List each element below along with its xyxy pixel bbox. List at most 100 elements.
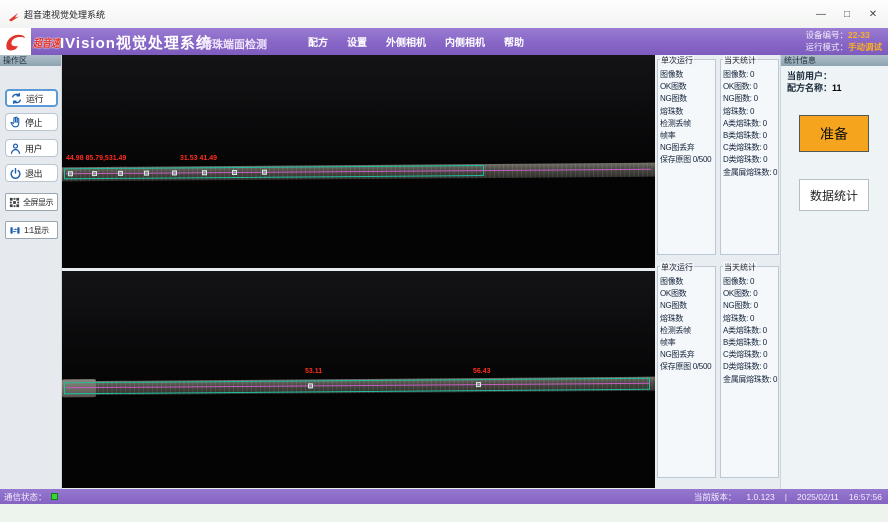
device-number-value: 22-33 bbox=[848, 30, 870, 40]
maximize-button[interactable]: □ bbox=[838, 6, 856, 22]
stats-row: 图像数 bbox=[660, 69, 713, 81]
status-date: 2025/02/11 bbox=[797, 492, 839, 502]
stop-button[interactable]: 停止 bbox=[5, 113, 58, 131]
run-cycle-icon bbox=[10, 92, 23, 105]
one-to-one-button-label: 1:1显示 bbox=[24, 225, 49, 236]
detection-marker bbox=[172, 170, 177, 175]
comm-status-label: 通信状态： bbox=[4, 491, 47, 503]
minimize-button[interactable]: — bbox=[812, 6, 830, 22]
menu-bar: 配方 设置 外侧相机 内侧相机 帮助 bbox=[308, 28, 524, 55]
stats-row: OK图数 bbox=[660, 288, 713, 300]
detection-marker bbox=[202, 170, 207, 175]
recipe-name-row: 配方名称：11 bbox=[781, 81, 848, 94]
stats-row: A类熔珠数: 0 bbox=[723, 118, 776, 130]
stats-row: 图像数: 0 bbox=[723, 276, 776, 288]
stop-hand-icon bbox=[9, 116, 22, 129]
stats-row: 图像数: 0 bbox=[723, 69, 776, 81]
run-button[interactable]: 运行 bbox=[5, 89, 58, 107]
device-number-label: 设备编号： bbox=[805, 30, 848, 40]
fullscreen-grid-icon bbox=[9, 197, 20, 208]
detection-marker bbox=[144, 171, 149, 176]
close-button[interactable]: ✕ bbox=[864, 6, 882, 22]
stats-row: OK图数: 0 bbox=[723, 81, 776, 93]
stats-group-title: 当天统计 bbox=[723, 55, 757, 66]
info-panel-title: 统计信息 bbox=[781, 55, 888, 66]
brand-logo-icon bbox=[0, 28, 31, 55]
detection-marker bbox=[92, 171, 97, 176]
stats-group-title: 单次运行 bbox=[660, 262, 694, 273]
detection-marker bbox=[262, 170, 267, 175]
stats-row: OK图数 bbox=[660, 81, 713, 93]
stats-row: NG图数: 0 bbox=[723, 300, 776, 312]
run-mode-value: 手动调试 bbox=[848, 42, 882, 52]
one-to-one-button[interactable]: 1:1显示 bbox=[5, 221, 58, 239]
stats-row: 帧率 bbox=[660, 337, 713, 349]
status-separator: | bbox=[785, 492, 787, 502]
recipe-name-label: 配方名称： bbox=[787, 83, 832, 93]
window-title: 超音速视觉处理系统 bbox=[24, 8, 105, 21]
stats-row: 熔珠数 bbox=[660, 106, 713, 118]
power-icon bbox=[9, 167, 22, 180]
stats-row: 金属屑熔珠数: 0 bbox=[723, 374, 776, 386]
measurement-annotation: 56.43 bbox=[473, 368, 491, 375]
stats-row: 金属屑熔珠数: 0 bbox=[723, 167, 776, 179]
stats-row: OK图数: 0 bbox=[723, 288, 776, 300]
stats-row: 保存原图 0/500 bbox=[660, 154, 713, 166]
stats-panel-top: 单次运行图像数OK图数NG图数熔珠数检测丢帧帧率NG图丢弃保存原图 0/500当… bbox=[657, 59, 780, 255]
user-button-label: 用户 bbox=[25, 142, 42, 155]
title-bar: 超音速视觉处理系统 — □ ✕ bbox=[0, 0, 888, 28]
menu-item[interactable]: 配方 bbox=[308, 34, 328, 49]
exit-button-label: 退出 bbox=[25, 167, 42, 180]
detection-marker bbox=[118, 171, 123, 176]
desktop-strip bbox=[0, 504, 888, 522]
measurement-annotation: 31.53 41.49 bbox=[180, 155, 217, 162]
user-button[interactable]: 用户 bbox=[5, 139, 58, 157]
prepare-button[interactable]: 准备 bbox=[799, 115, 869, 152]
inner-camera-viewport: 53.11 56.43 bbox=[62, 271, 655, 488]
app-window: 超音速视觉处理系统 — □ ✕ 超音速 IVision视觉处理系统 熔珠端面检测… bbox=[0, 0, 888, 522]
detection-marker bbox=[68, 171, 73, 176]
statistics-info-panel: 统计信息 当前用户： 配方名称：11 准备 数据统计 bbox=[780, 55, 888, 489]
exit-button[interactable]: 退出 bbox=[5, 164, 58, 182]
app-header: 超音速 IVision视觉处理系统 熔珠端面检测 配方设置外侧相机内侧相机帮助 … bbox=[0, 28, 888, 55]
stats-row: 熔珠数: 0 bbox=[723, 313, 776, 325]
main-content: 操作区 运行 停止 bbox=[0, 55, 888, 489]
menu-item[interactable]: 帮助 bbox=[504, 34, 524, 49]
run-mode-label: 运行模式： bbox=[805, 42, 848, 52]
stats-group: 当天统计图像数: 0OK图数: 0NG图数: 0熔珠数: 0A类熔珠数: 0B类… bbox=[720, 59, 779, 255]
stats-row: 帧率 bbox=[660, 130, 713, 142]
run-button-label: 运行 bbox=[26, 92, 43, 105]
stats-group-title: 当天统计 bbox=[723, 262, 757, 273]
weld-bead-strip bbox=[62, 163, 655, 182]
detection-marker bbox=[308, 383, 313, 388]
app-logo-icon bbox=[8, 9, 20, 19]
current-user-label: 当前用户： bbox=[787, 71, 832, 81]
version-value: 1.0.123 bbox=[746, 492, 774, 502]
fullscreen-button-label: 全屏显示 bbox=[23, 197, 53, 208]
stats-row: NG图丢弃 bbox=[660, 349, 713, 361]
app-title: IVision视觉处理系统 bbox=[60, 32, 212, 53]
stats-row: 熔珠数 bbox=[660, 313, 713, 325]
sidebar-title: 操作区 bbox=[0, 55, 61, 66]
detection-marker bbox=[232, 170, 237, 175]
stats-row: NG图数 bbox=[660, 93, 713, 105]
stats-group-title: 单次运行 bbox=[660, 55, 694, 66]
stats-row: 熔珠数: 0 bbox=[723, 106, 776, 118]
measurement-annotation: 53.11 bbox=[305, 368, 322, 375]
menu-item[interactable]: 内侧相机 bbox=[445, 34, 485, 49]
status-time: 16:57:56 bbox=[849, 492, 882, 502]
menu-item[interactable]: 外侧相机 bbox=[386, 34, 426, 49]
fullscreen-button[interactable]: 全屏显示 bbox=[5, 193, 58, 211]
stats-row: A类熔珠数: 0 bbox=[723, 325, 776, 337]
weld-bead-strip bbox=[62, 377, 655, 396]
outer-camera-viewport: 44.98 85.79,531.49 31.53 41.49 bbox=[62, 55, 655, 268]
stats-row: D类熔珠数: 0 bbox=[723, 361, 776, 373]
measurement-annotation: 44.98 85.79,531.49 bbox=[66, 155, 126, 162]
user-icon bbox=[9, 142, 22, 155]
data-statistics-button[interactable]: 数据统计 bbox=[799, 179, 869, 211]
menu-item[interactable]: 设置 bbox=[347, 34, 367, 49]
app-subtitle: 熔珠端面检测 bbox=[201, 36, 267, 52]
stats-panel-bottom: 单次运行图像数OK图数NG图数熔珠数检测丢帧帧率NG图丢弃保存原图 0/500当… bbox=[657, 266, 780, 478]
stats-row: 检测丢帧 bbox=[660, 118, 713, 130]
comm-status-indicator bbox=[51, 493, 58, 500]
